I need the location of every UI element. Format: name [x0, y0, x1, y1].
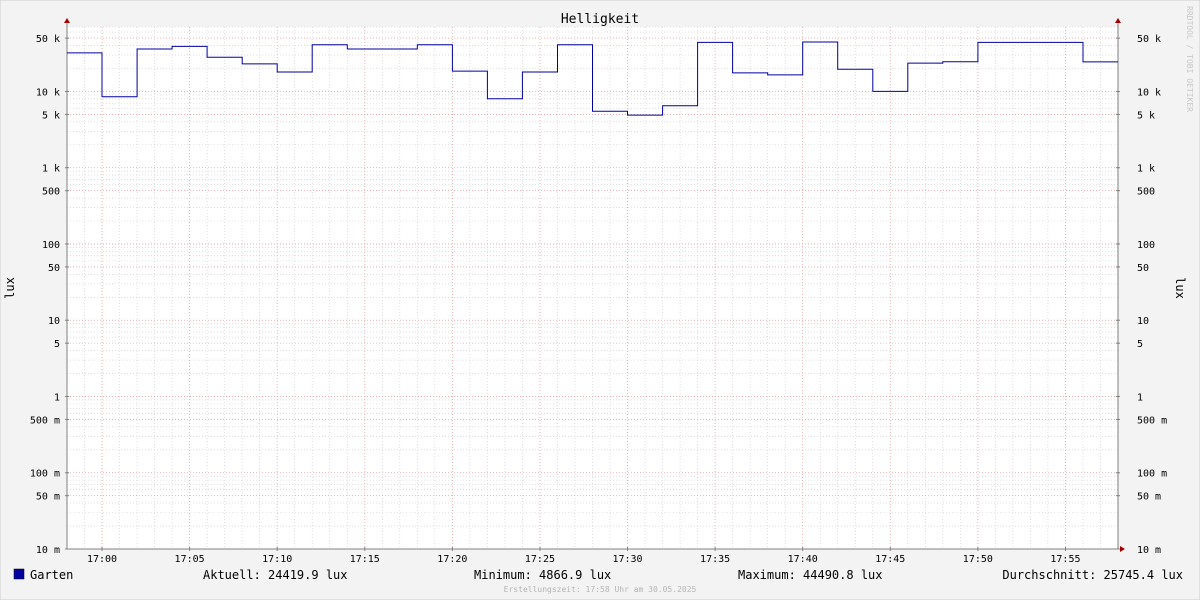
legend-swatch-garten	[13, 568, 25, 580]
y-tick-label-right: 50 k	[1137, 34, 1161, 45]
y-tick-label-left: 500 m	[30, 415, 60, 426]
x-tick-label: 17:50	[963, 554, 993, 565]
y-tick-label-left: 1	[54, 392, 60, 403]
x-tick-label: 17:00	[87, 554, 117, 565]
legend-label-garten: Garten	[30, 568, 73, 582]
chart: 50 k 50 k 10 k 10 k 5 k 5 k 1 k 1 k 500 500 100 100…	[0, 0, 1200, 600]
footer-timestamp: Erstellungszeit: 17:58 Uhr am 30.05.2025	[504, 585, 697, 594]
x-tick-label: 17:55	[1050, 554, 1080, 565]
x-tick-label: 17:15	[350, 554, 380, 565]
y-tick-label-right: 1	[1137, 392, 1143, 403]
y-tick-label-left: 50 m	[36, 492, 60, 503]
stat-minimum: Minimum: 4866.9 lux	[474, 568, 611, 582]
y-tick-label-left: 100	[42, 240, 60, 251]
x-tick-label: 17:25	[525, 554, 555, 565]
x-tick-label: 17:30	[612, 554, 642, 565]
y-tick-label-left: 10	[48, 316, 60, 327]
y-tick-label-right: 500 m	[1137, 415, 1167, 426]
x-tick-label: 17:45	[875, 554, 905, 565]
stat-maximum: Maximum: 44490.8 lux	[738, 568, 883, 582]
x-tick-label: 17:05	[175, 554, 205, 565]
y-tick-label-right: 50 m	[1137, 492, 1161, 503]
y-tick-label-left: 100 m	[30, 469, 60, 480]
y-axis-label-right: lux	[1173, 277, 1187, 299]
x-tick-label: 17:10	[262, 554, 292, 565]
chart-title: Helligkeit	[561, 12, 639, 27]
x-tick-label: 17:40	[788, 554, 818, 565]
y-tick-label-left: 5 k	[42, 110, 60, 121]
y-tick-label-left: 50 k	[36, 34, 60, 45]
y-tick-label-left: 10 k	[36, 87, 60, 98]
y-tick-label-right: 100	[1137, 240, 1155, 251]
y-tick-label-right: 50	[1137, 263, 1149, 274]
y-tick-label-left: 50	[48, 263, 60, 274]
watermark: RRDTOOL / TOBI OETIKER	[1185, 6, 1194, 112]
x-tick-label: 17:20	[437, 554, 467, 565]
stat-average: Durchschnitt: 25745.4 lux	[1002, 568, 1183, 582]
y-tick-label-right: 5	[1137, 339, 1143, 350]
y-tick-label-left: 1 k	[42, 164, 60, 175]
y-tick-label-left: 500	[42, 187, 60, 198]
stat-current: Aktuell: 24419.9 lux	[203, 568, 348, 582]
y-tick-label-left: 5	[54, 339, 60, 350]
x-tick-label: 17:35	[700, 554, 730, 565]
y-axis-label-left: lux	[3, 277, 17, 299]
y-tick-label-right: 500	[1137, 187, 1155, 198]
y-tick-label-right: 100 m	[1137, 469, 1167, 480]
y-tick-label-left: 10 m	[36, 545, 60, 556]
y-tick-label-right: 1 k	[1137, 164, 1155, 175]
y-tick-label-right: 5 k	[1137, 110, 1155, 121]
y-tick-label-right: 10 m	[1137, 545, 1161, 556]
y-tick-label-right: 10 k	[1137, 87, 1161, 98]
y-tick-label-right: 10	[1137, 316, 1149, 327]
